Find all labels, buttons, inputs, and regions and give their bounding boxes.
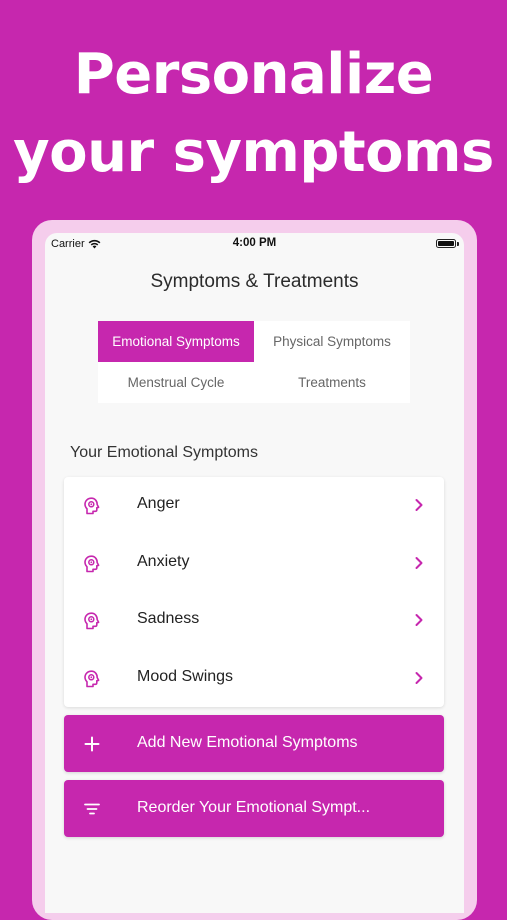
list-item[interactable]: Anxiety	[64, 535, 444, 593]
segment-tabs: Emotional Symptoms Physical Symptoms Men…	[98, 321, 410, 403]
status-time: 4:00 PM	[232, 237, 277, 249]
headline: Personalize your symptoms	[0, 36, 507, 192]
chevron-right-icon	[415, 614, 423, 626]
head-brain-icon	[84, 554, 100, 572]
head-brain-icon	[84, 669, 100, 687]
headline-line-1: Personalize	[73, 42, 434, 107]
reorder-symptoms-label: Reorder Your Emotional Sympt...	[137, 799, 371, 816]
plus-icon	[84, 736, 100, 752]
chevron-right-icon	[415, 556, 423, 569]
head-brain-icon	[84, 612, 100, 630]
add-symptom-label: Add New Emotional Symptoms	[137, 734, 358, 751]
tab-physical-symptoms[interactable]: Physical Symptoms	[254, 321, 410, 362]
sort-lines-icon	[84, 803, 100, 815]
page-title: Symptoms & Treatments	[150, 271, 359, 292]
tab-treatments[interactable]: Treatments	[254, 362, 410, 403]
symptom-label: Anxiety	[137, 552, 190, 570]
tab-menstrual-cycle[interactable]: Menstrual Cycle	[98, 362, 254, 403]
add-symptom-button[interactable]: Add New Emotional Symptoms	[64, 715, 444, 772]
section-title: Your Emotional Symptoms	[70, 444, 258, 461]
reorder-symptoms-button[interactable]: Reorder Your Emotional Sympt...	[64, 780, 444, 837]
symptom-label: Mood Swings	[137, 667, 234, 685]
list-item[interactable]: Sadness	[64, 592, 444, 650]
battery-tip	[457, 242, 459, 246]
list-item[interactable]: Anger	[64, 477, 444, 535]
status-bar: Carrier 4:00 PM	[45, 233, 464, 255]
app-screen: Carrier 4:00 PM Symptoms & Treatments Em…	[45, 233, 464, 913]
chevron-right-icon	[415, 671, 423, 684]
chevron-right-icon	[415, 499, 423, 511]
symptom-list: Anger Anxiety Sadness Mood Swings	[64, 477, 444, 707]
battery-level	[438, 241, 454, 246]
headline-line-2: your symptoms	[13, 120, 494, 185]
list-item[interactable]: Mood Swings	[64, 650, 444, 708]
tab-emotional-symptoms[interactable]: Emotional Symptoms	[98, 321, 254, 362]
symptom-label: Anger	[137, 495, 180, 512]
battery-icon	[436, 239, 456, 248]
symptom-label: Sadness	[137, 610, 200, 627]
head-brain-icon	[84, 497, 100, 515]
